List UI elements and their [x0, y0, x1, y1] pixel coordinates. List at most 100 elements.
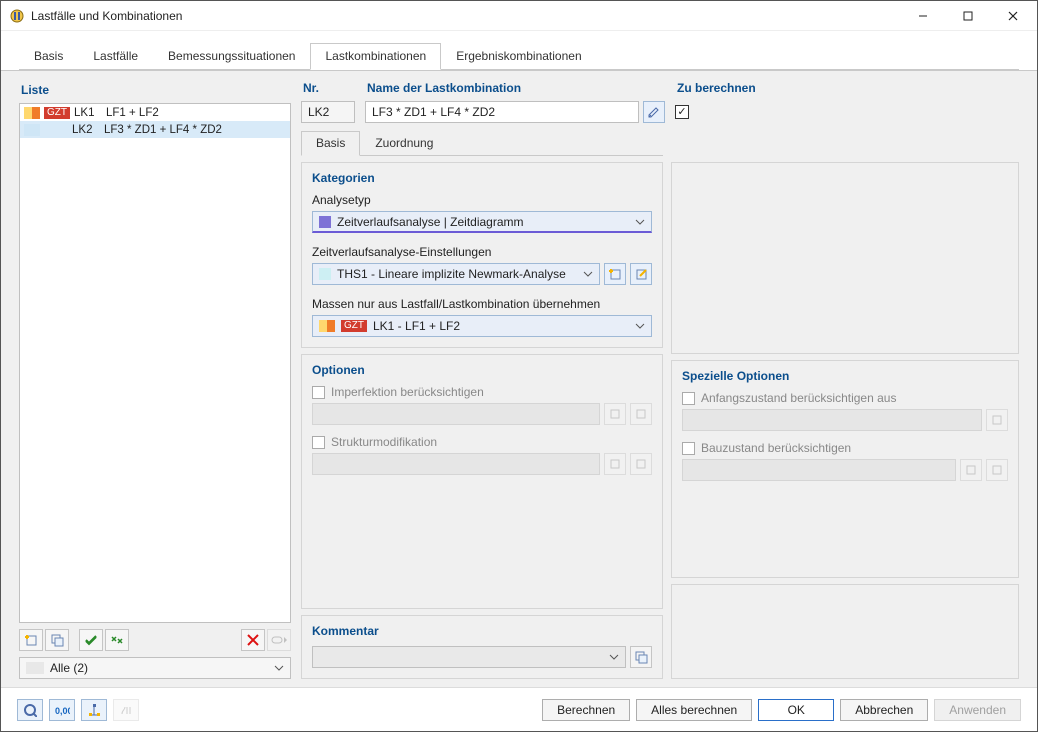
delete-item-button[interactable] — [241, 629, 265, 651]
combo-desc: LF1 + LF2 — [106, 107, 159, 119]
list-panel: Liste GZT LK1 LF1 + LF2 LK2 LF3 * ZD1 + … — [19, 79, 291, 679]
number-group: Nr. LK2 — [301, 79, 355, 123]
struct-checkbox[interactable] — [312, 436, 325, 449]
imperfection-option: Imperfektion berücksichtigen — [312, 385, 652, 399]
tab-basis[interactable]: Basis — [19, 43, 78, 70]
calc-checkbox[interactable] — [675, 105, 689, 119]
combination-list[interactable]: GZT LK1 LF1 + LF2 LK2 LF3 * ZD1 + LF4 * … — [19, 103, 291, 623]
initial-edit-button — [986, 409, 1008, 431]
tab-lastkombinationen[interactable]: Lastkombinationen — [310, 43, 441, 70]
imperfection-combo — [312, 403, 600, 425]
initial-combo — [682, 409, 982, 431]
options-card: Optionen Imperfektion berücksichtigen — [301, 354, 663, 609]
list-item[interactable]: GZT LK1 LF1 + LF2 — [20, 104, 290, 121]
tha-value: THS1 - Lineare implizite Newmark-Analyse — [337, 267, 566, 281]
select-all-button[interactable] — [79, 629, 103, 651]
imperfection-edit-button — [630, 403, 652, 425]
analysis-type-combo[interactable]: Zeitverlaufsanalyse | Zeitdiagramm — [312, 211, 652, 233]
close-button[interactable] — [990, 2, 1035, 30]
svg-text:0,00: 0,00 — [55, 706, 70, 716]
struct-option: Strukturmodifikation — [312, 435, 652, 449]
limit-state-badge: GZT — [44, 107, 70, 119]
list-toolbar — [19, 623, 291, 651]
cancel-button[interactable]: Abbrechen — [840, 699, 928, 721]
struct-new-button — [604, 453, 626, 475]
ok-button[interactable]: OK — [758, 699, 834, 721]
units-button[interactable]: 0,00 — [49, 699, 75, 721]
imperfection-new-button — [604, 403, 626, 425]
subtab-zuordnung[interactable]: Zuordnung — [360, 131, 448, 156]
tab-bemessungssituationen[interactable]: Bemessungssituationen — [153, 43, 310, 70]
more-actions-button — [267, 629, 291, 651]
categories-title: Kategorien — [312, 171, 652, 185]
detail-panel: Nr. LK2 Name der Lastkombination LF3 * Z… — [301, 79, 1019, 679]
name-label: Name der Lastkombination — [365, 79, 665, 101]
initial-option: Anfangszustand berücksichtigen aus — [682, 391, 1008, 405]
filter-swatch — [26, 662, 44, 674]
edit-name-button[interactable] — [643, 101, 665, 123]
struct-edit-button — [630, 453, 652, 475]
chevron-down-icon — [274, 665, 284, 671]
calculate-button[interactable]: Berechnen — [542, 699, 630, 721]
tha-swatch — [319, 268, 331, 280]
options-title: Optionen — [312, 363, 652, 377]
deselect-all-button[interactable] — [105, 629, 129, 651]
mass-swatch — [319, 320, 335, 332]
calc-label: Zu berechnen — [675, 79, 758, 101]
help-button[interactable] — [17, 699, 43, 721]
copy-item-button[interactable] — [45, 629, 69, 651]
category-swatch — [24, 107, 40, 119]
tha-settings-combo[interactable]: THS1 - Lineare implizite Newmark-Analyse — [312, 263, 600, 285]
constr-new-button — [960, 459, 982, 481]
mass-value: LK1 - LF1 + LF2 — [373, 319, 460, 333]
initial-label: Anfangszustand berücksichtigen aus — [701, 391, 896, 405]
constr-checkbox[interactable] — [682, 442, 695, 455]
mass-label: Massen nur aus Lastfall/Lastkombination … — [312, 297, 652, 311]
constr-edit-button — [986, 459, 1008, 481]
filter-combo[interactable]: Alle (2) — [19, 657, 291, 679]
calc-group: Zu berechnen — [675, 79, 758, 123]
chevron-down-icon — [609, 654, 619, 660]
titlebar: Lastfälle und Kombinationen — [1, 1, 1037, 31]
name-field[interactable]: LF3 * ZD1 + LF4 * ZD2 — [365, 101, 639, 123]
preview-card — [671, 162, 1019, 354]
chevron-down-icon — [635, 323, 645, 329]
imperfection-label: Imperfektion berücksichtigen — [331, 385, 484, 399]
imperfection-checkbox[interactable] — [312, 386, 325, 399]
combo-desc: LF3 * ZD1 + LF4 * ZD2 — [104, 124, 222, 136]
comment-card: Kommentar — [301, 615, 663, 679]
special-title: Spezielle Optionen — [682, 369, 1008, 383]
comment-title: Kommentar — [312, 624, 652, 638]
apply-button: Anwenden — [934, 699, 1021, 721]
tha-edit-button[interactable] — [630, 263, 652, 285]
structure-button[interactable] — [81, 699, 107, 721]
tha-new-button[interactable] — [604, 263, 626, 285]
category-swatch — [24, 124, 40, 136]
tab-lastfaelle[interactable]: Lastfälle — [78, 43, 153, 70]
combo-code: LK2 — [72, 124, 100, 136]
constr-option: Bauzustand berücksichtigen — [682, 441, 1008, 455]
app-icon — [9, 8, 25, 24]
chevron-down-icon — [635, 219, 645, 225]
number-field[interactable]: LK2 — [301, 101, 355, 123]
subtab-basis[interactable]: Basis — [301, 131, 360, 156]
mass-source-combo[interactable]: GZT LK1 - LF1 + LF2 — [312, 315, 652, 337]
maximize-button[interactable] — [945, 2, 990, 30]
minimize-button[interactable] — [900, 2, 945, 30]
main-tabs: Basis Lastfälle Bemessungssituationen La… — [1, 31, 1037, 70]
list-title: Liste — [19, 79, 291, 103]
comment-pick-button[interactable] — [630, 646, 652, 668]
analysis-swatch — [319, 216, 331, 228]
list-item[interactable]: LK2 LF3 * ZD1 + LF4 * ZD2 — [20, 121, 290, 138]
new-item-button[interactable] — [19, 629, 43, 651]
extra-card — [671, 584, 1019, 679]
footer: 0,00 Berechnen Alles berechnen OK Abbrec… — [1, 687, 1037, 731]
calculate-all-button[interactable]: Alles berechnen — [636, 699, 752, 721]
constr-label: Bauzustand berücksichtigen — [701, 441, 851, 455]
comment-combo[interactable] — [312, 646, 626, 668]
sub-tabs: Basis Zuordnung — [301, 131, 663, 156]
initial-checkbox[interactable] — [682, 392, 695, 405]
name-group: Name der Lastkombination LF3 * ZD1 + LF4… — [365, 79, 665, 123]
tha-label: Zeitverlaufsanalyse-Einstellungen — [312, 245, 652, 259]
tab-ergebniskombinationen[interactable]: Ergebniskombinationen — [441, 43, 596, 70]
